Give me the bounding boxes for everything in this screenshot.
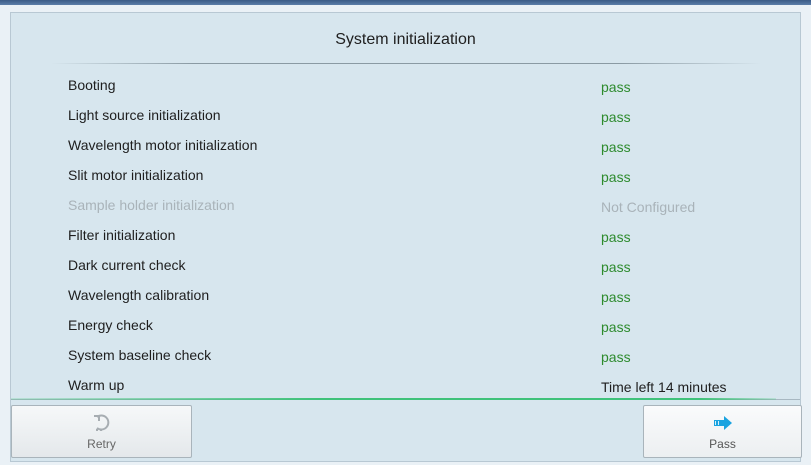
init-item-label: Light source initialization — [68, 107, 221, 123]
init-item-light-source: Light source initialization pass — [11, 102, 800, 132]
retry-button[interactable]: Retry — [11, 405, 192, 458]
title-divider — [51, 63, 761, 64]
init-item-status: pass — [601, 289, 631, 305]
init-item-energy-check: Energy check pass — [11, 312, 800, 342]
init-item-status: pass — [601, 229, 631, 245]
init-item-wavelength-motor: Wavelength motor initialization pass — [11, 132, 800, 162]
init-item-status: pass — [601, 319, 631, 335]
init-item-filter: Filter initialization pass — [11, 222, 800, 252]
init-item-label: Filter initialization — [68, 227, 176, 243]
init-item-label: Wavelength motor initialization — [68, 137, 258, 153]
init-item-sample-holder: Sample holder initialization Not Configu… — [11, 192, 800, 222]
init-item-slit-motor: Slit motor initialization pass — [11, 162, 800, 192]
warm-up-time-left: Time left 14 minutes — [601, 379, 727, 395]
init-item-label: Booting — [68, 77, 116, 93]
initialization-progress-bar — [11, 398, 800, 402]
init-item-status: pass — [601, 139, 631, 155]
retry-button-label: Retry — [87, 437, 116, 451]
init-item-wavelength-calibration: Wavelength calibration pass — [11, 282, 800, 312]
init-item-label: System baseline check — [68, 347, 212, 363]
pass-button[interactable]: Pass — [643, 405, 802, 458]
init-item-booting: Booting pass — [11, 72, 800, 102]
init-item-label: Warm up — [68, 377, 125, 393]
init-item-label: Dark current check — [68, 257, 186, 273]
init-item-label: Slit motor initialization — [68, 167, 204, 183]
init-item-status: Not Configured — [601, 199, 696, 215]
pass-button-label: Pass — [709, 437, 736, 451]
progress-fill — [11, 398, 777, 400]
init-item-label: Wavelength calibration — [68, 287, 210, 303]
init-item-status: pass — [601, 349, 631, 365]
init-item-dark-current: Dark current check pass — [11, 252, 800, 282]
init-item-status: pass — [601, 109, 631, 125]
arrow-right-icon — [713, 416, 732, 430]
init-item-status: pass — [601, 259, 631, 275]
init-item-status: pass — [601, 79, 631, 95]
window-top-bar — [0, 0, 811, 5]
dialog-title: System initialization — [335, 31, 476, 48]
initialization-list: Booting pass Light source initialization… — [11, 72, 800, 402]
init-item-label: Sample holder initialization — [68, 197, 235, 213]
init-item-baseline-check: System baseline check pass — [11, 342, 800, 372]
system-initialization-dialog: System initialization Booting pass Light… — [10, 12, 802, 462]
undo-icon — [93, 414, 109, 431]
init-item-label: Energy check — [68, 317, 153, 333]
init-item-status: pass — [601, 169, 631, 185]
